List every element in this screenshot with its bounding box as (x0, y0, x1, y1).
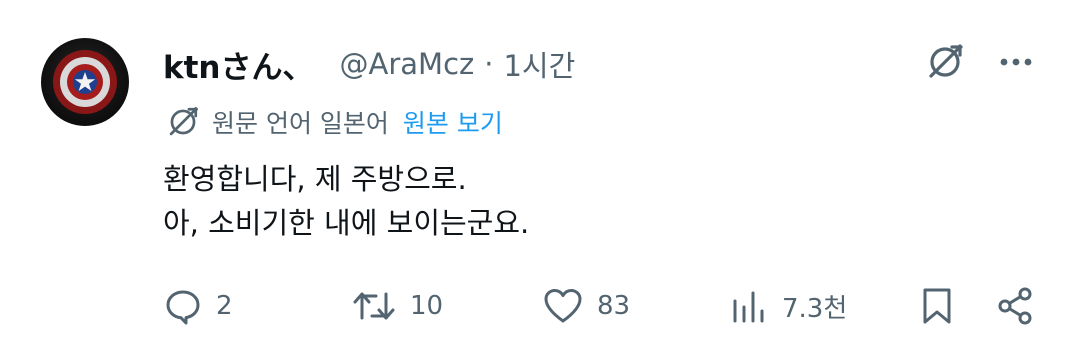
views-button[interactable]: 7.3천 (730, 278, 847, 334)
repost-count: 10 (410, 291, 444, 321)
reply-button[interactable]: 2 (164, 278, 233, 334)
post-time[interactable]: 1시간 (503, 43, 575, 85)
repost-button[interactable]: 10 (352, 278, 443, 334)
analytics-icon (733, 291, 764, 323)
action-bar: 2 10 83 7.3천 (0, 278, 1078, 334)
post-text-line: 아, 소비기한 내에 보이는군요. (163, 206, 530, 240)
separator-dot: · (484, 47, 494, 81)
post-text-line: 환영합니다, 제 주방으로. (163, 162, 467, 196)
more-options-button[interactable] (996, 47, 1036, 77)
post-text: 환영합니다, 제 주방으로. 아, 소비기한 내에 보이는군요. (163, 157, 529, 245)
original-language-label: 원문 언어 일본어 (212, 109, 389, 138)
user-handle[interactable]: @AraMcz (340, 47, 475, 81)
reply-icon (166, 290, 200, 325)
bookmark-button[interactable] (919, 278, 955, 334)
translation-notice: 원문 언어 일본어 원본 보기 (166, 102, 503, 142)
more-icon (1000, 58, 1032, 66)
view-original-link[interactable]: 원본 보기 (403, 104, 503, 140)
translate-icon (929, 44, 963, 78)
captain-america-shield-icon (53, 50, 117, 114)
like-count: 83 (597, 291, 631, 321)
bookmark-icon (923, 288, 951, 324)
share-button[interactable] (996, 278, 1036, 334)
reply-count: 2 (216, 291, 233, 321)
heart-icon (544, 289, 582, 323)
post-header: ktnさん、 @AraMcz · 1시간 (163, 40, 575, 88)
display-name[interactable]: ktnさん、 (163, 42, 314, 87)
views-count: 7.3천 (782, 293, 848, 324)
avatar[interactable] (41, 38, 129, 126)
share-icon (998, 287, 1032, 325)
repost-icon (353, 292, 395, 320)
translate-icon (169, 107, 198, 136)
translate-button[interactable] (925, 42, 965, 82)
like-button[interactable]: 83 (543, 278, 630, 334)
